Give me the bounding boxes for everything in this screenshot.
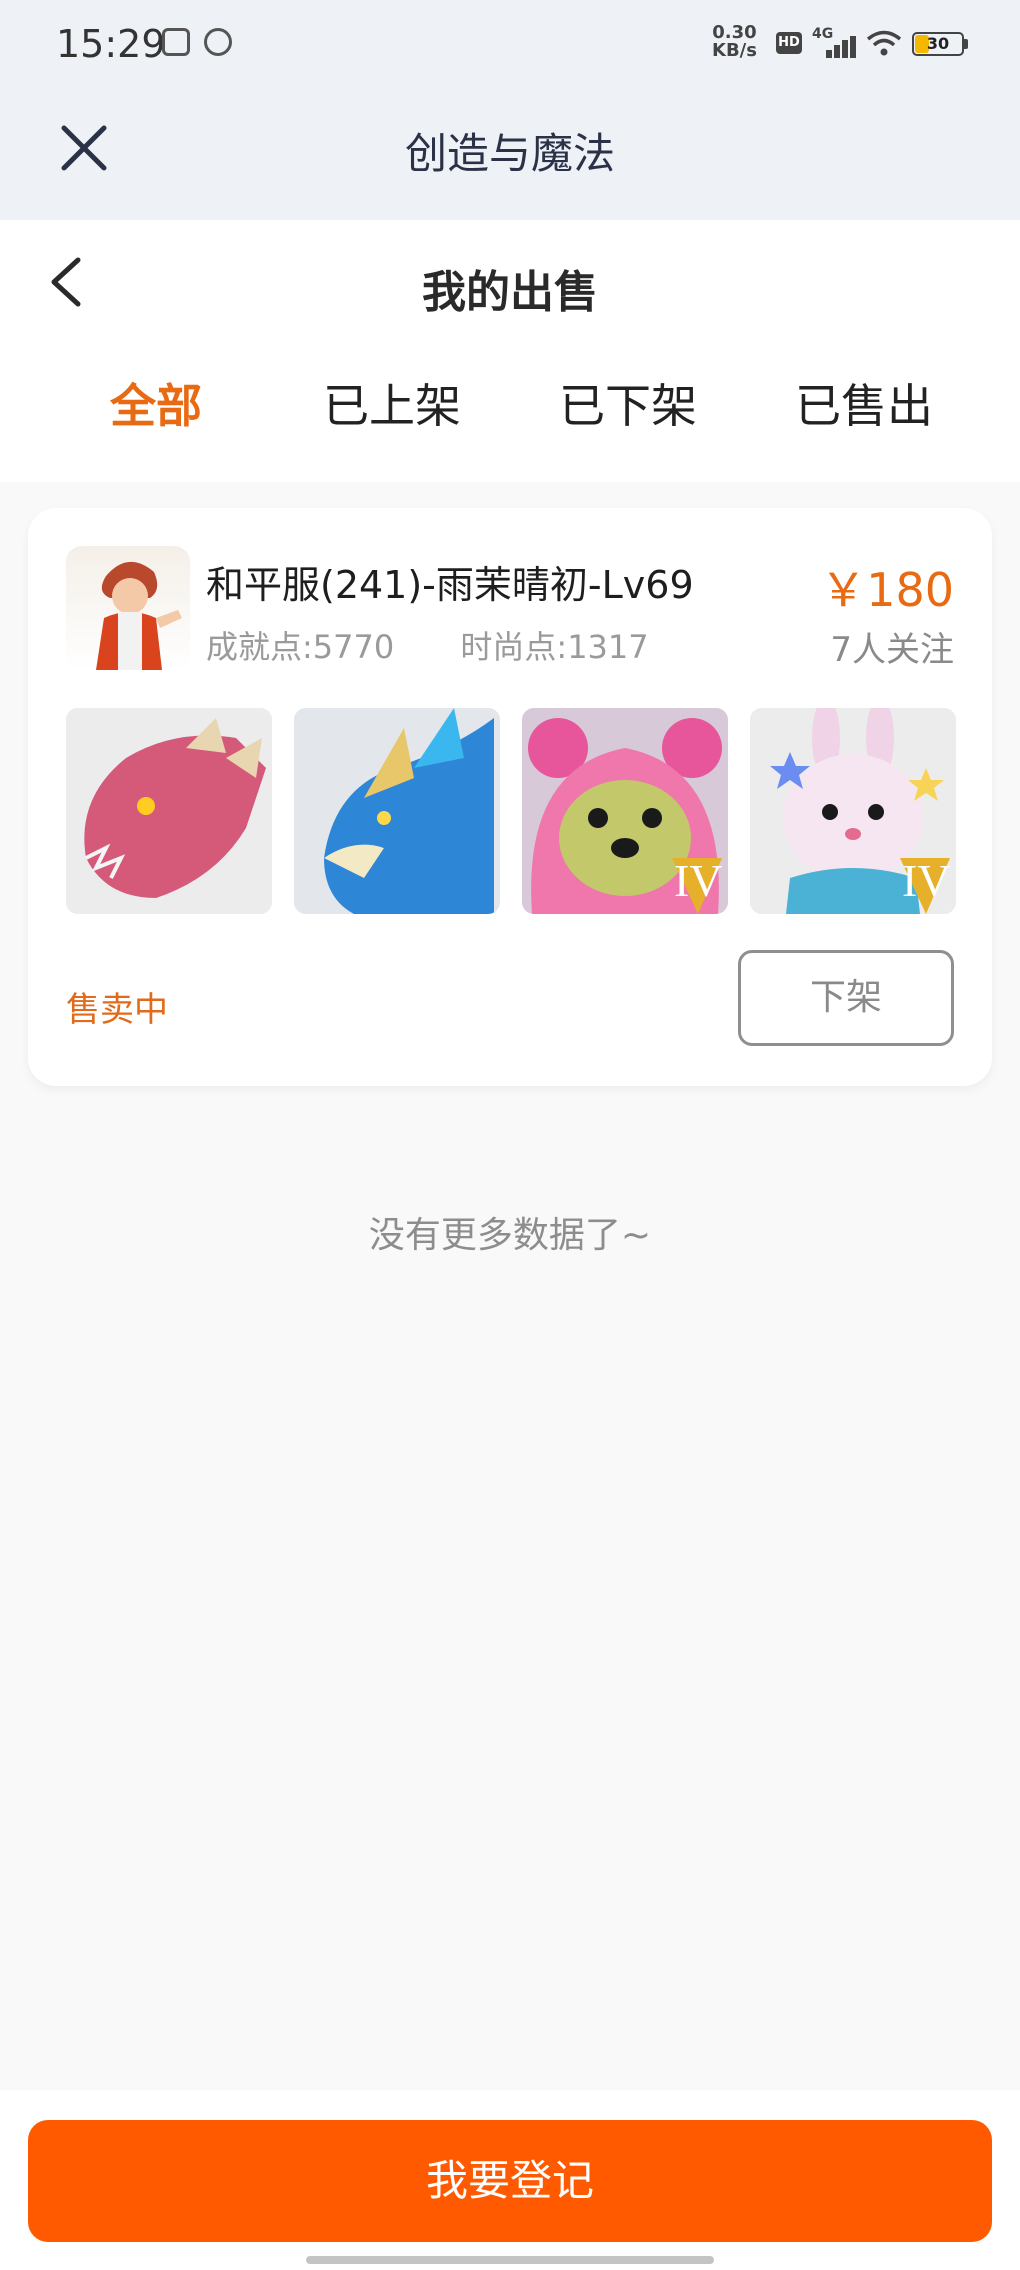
notification-app-icon-2 [204,28,232,56]
fashion-points: 时尚点:1317 [460,628,649,666]
character-avatar [66,546,190,670]
tab-sold[interactable]: 已售出 [746,370,982,436]
listing-card[interactable]: 和平服(241)-雨茉晴初-Lv69 成就点:5770 时尚点:1317 ￥18… [28,508,992,1086]
wifi-icon [866,30,902,56]
home-indicator[interactable] [306,2256,714,2264]
notification-app-icon [162,28,190,56]
pink-bunny-pet-icon: IV [750,708,956,914]
app-title: 创造与魔法 [404,129,615,178]
status-time: 15:29 [56,22,166,66]
tab-all[interactable]: 全部 [38,370,274,436]
rank-badge: IV [674,855,723,906]
register-button[interactable]: 我要登记 [28,2120,992,2242]
listing-stats: 成就点:5770 时尚点:1317 [206,622,705,668]
tab-bar: 全部 已上架 已下架 已售出 [0,370,1020,450]
hd-icon: HD [776,32,802,54]
page-header: 我的出售 全部 已上架 已下架 已售出 [0,220,1020,482]
delist-button[interactable]: 下架 [738,950,954,1046]
cellular-signal-icon: 4G [812,26,856,58]
page-title: 我的出售 [422,267,598,318]
sale-status: 售卖中 [66,990,168,1030]
listing-price: ￥180 [820,563,954,617]
rank-badge: IV [902,855,951,906]
red-dragon-mount-icon [66,708,272,914]
pet-thumbnails: IV IV [66,708,956,916]
blue-dragon-mount-icon [294,708,500,914]
tab-delisted[interactable]: 已下架 [510,370,746,436]
follower-count: 7人关注 [830,630,954,670]
network-speed: 0.30 KB/s [712,24,757,60]
app-title-bar: 创造与魔法 [0,90,1020,220]
network-speed-unit: KB/s [712,40,757,61]
battery-icon: 30 [912,32,964,56]
battery-level: 30 [926,34,950,53]
bottom-action-bar: 我要登记 [0,2090,1020,2270]
achievement-points: 成就点:5770 [206,628,395,666]
no-more-data-message: 没有更多数据了~ [368,1215,652,1256]
listing-title: 和平服(241)-雨茉晴初-Lv69 [206,563,694,607]
status-bar: 15:29 0.30 KB/s HD 4G 30 [0,0,1020,90]
pink-bear-pet-icon: IV [522,708,728,914]
tab-listed[interactable]: 已上架 [274,370,510,436]
